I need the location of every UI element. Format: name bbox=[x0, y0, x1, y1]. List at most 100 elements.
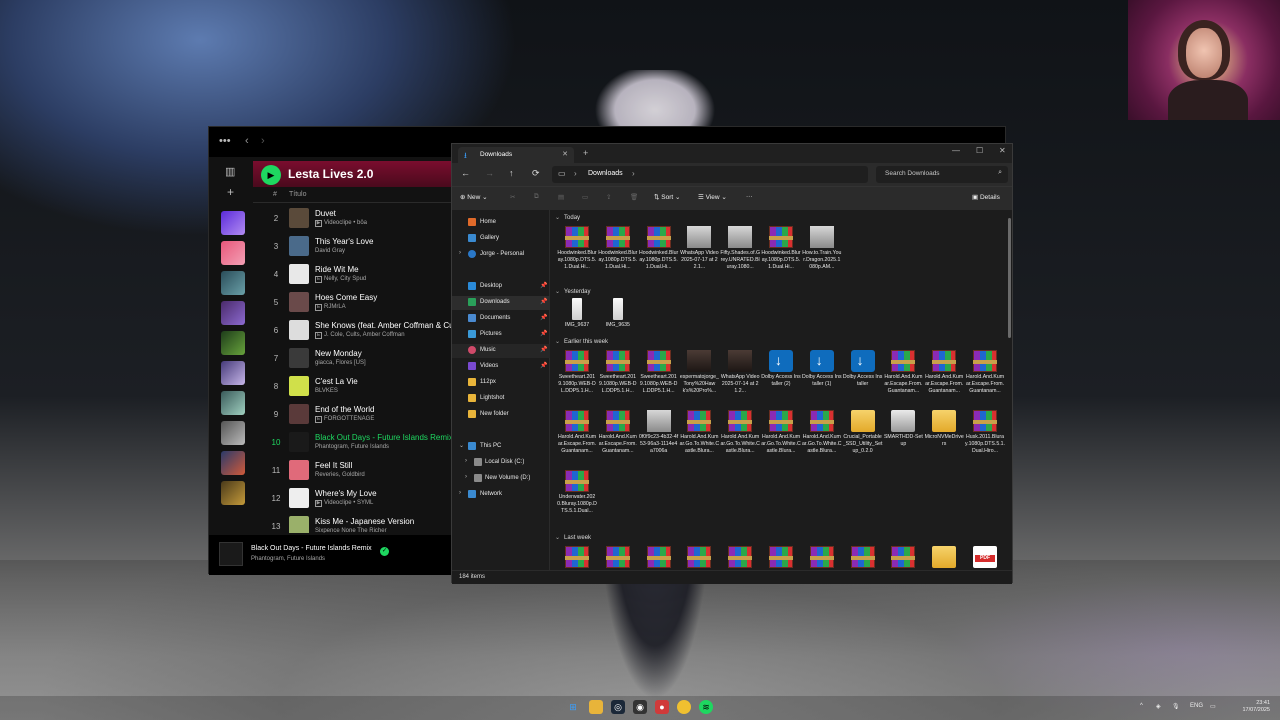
track-artist[interactable]: E Nelly, City Spud bbox=[315, 276, 366, 283]
file-item[interactable]: Hoodwinked.Bluray.1080p.DTS.5.1.Dual.Hi.… bbox=[557, 224, 597, 284]
nav-gallery[interactable]: Gallery bbox=[452, 232, 550, 246]
track-title[interactable]: She Knows (feat. Amber Coffman & Cu bbox=[315, 321, 454, 330]
share-icon[interactable]: ⇪ bbox=[606, 193, 611, 201]
file-item[interactable]: Sweetheart.2019.1080p.WEB-DL.DDP5.1.H... bbox=[598, 348, 638, 408]
play-button[interactable]: ▶ bbox=[261, 165, 281, 185]
expand-chevron-icon[interactable]: › bbox=[465, 458, 467, 464]
pin-icon[interactable]: 📌 bbox=[540, 346, 547, 353]
file-item[interactable] bbox=[639, 544, 679, 570]
track-artist[interactable]: David Gray bbox=[315, 248, 345, 254]
nav-desktop[interactable]: Desktop 📌 bbox=[452, 280, 550, 294]
file-item[interactable]: Underwater.2020.Bluray.1080p.DTS.5.1.Dua… bbox=[557, 468, 597, 528]
file-item[interactable]: Dolby Access Installer (2) bbox=[761, 348, 801, 408]
nav-music[interactable]: Music 📌 bbox=[452, 344, 550, 358]
track-title[interactable]: New Monday bbox=[315, 349, 362, 358]
spotify-icon[interactable]: ≋ bbox=[699, 700, 713, 714]
add-icon[interactable]: + bbox=[227, 185, 234, 199]
file-item[interactable]: Harold.And.Kumar.Escape.From.Guantanam..… bbox=[883, 348, 923, 408]
track-artist[interactable]: E J. Cole, Cults, Amber Coffman bbox=[315, 332, 405, 339]
sidebar-playlist[interactable] bbox=[221, 301, 245, 325]
track-artist[interactable]: BLVKES bbox=[315, 388, 338, 394]
vertical-scrollbar[interactable] bbox=[1008, 218, 1011, 338]
forward-icon[interactable]: → bbox=[485, 168, 494, 178]
nav-downloads[interactable]: Downloads 📌 bbox=[452, 296, 550, 310]
network-tray-icon[interactable]: ▭ bbox=[1210, 703, 1216, 710]
file-item[interactable]: WhatsApp Video 2025-07-17 at 22.1... bbox=[679, 224, 719, 284]
copy-icon[interactable]: ⧉ bbox=[534, 193, 539, 201]
file-item[interactable]: MicroNVMeDrivers bbox=[924, 408, 964, 468]
track-title[interactable]: Black Out Days - Future Islands Remix bbox=[315, 433, 453, 442]
file-item[interactable]: Harold.And.Kumar.Go.To.White.Castle.Blur… bbox=[761, 408, 801, 468]
sidebar-playlist[interactable] bbox=[221, 271, 245, 295]
nav-onedrive-personal[interactable]: › Jorge - Personal bbox=[452, 248, 550, 262]
nav-new-volume-d[interactable]: › New Volume (D:) bbox=[452, 472, 550, 486]
view-button[interactable]: ☰ View ⌄ bbox=[698, 193, 727, 201]
nav-local-disk-c[interactable]: › Local Disk (C:) bbox=[452, 456, 550, 470]
language-indicator[interactable]: ENG bbox=[1190, 703, 1203, 709]
track-artist[interactable]: ▶ Videoclipe • SYML bbox=[315, 500, 373, 507]
close-tab-icon[interactable]: ✕ bbox=[562, 150, 568, 158]
track-title[interactable]: C'est La Vie bbox=[315, 377, 358, 386]
mic-icon[interactable]: 🎙 bbox=[1172, 703, 1180, 710]
nav-this-pc[interactable]: ⌄ This PC bbox=[452, 440, 550, 454]
file-explorer-icon[interactable] bbox=[589, 700, 603, 714]
system-clock[interactable]: 23:41 17/07/2025 bbox=[1226, 700, 1270, 714]
file-item[interactable]: IMG_9637 bbox=[557, 296, 597, 356]
file-item[interactable] bbox=[761, 544, 801, 570]
group-header-earlier[interactable]: ⌄ Earlier this week bbox=[555, 338, 608, 345]
track-artist[interactable]: Sixpence None The Richer bbox=[315, 528, 387, 533]
refresh-icon[interactable]: ⟳ bbox=[532, 168, 540, 179]
file-item[interactable] bbox=[843, 544, 883, 570]
track-artist[interactable]: ▶ Videoclipe • bôa bbox=[315, 220, 367, 227]
now-playing-title[interactable]: Black Out Days - Future Islands Remix bbox=[251, 545, 372, 552]
file-item[interactable]: Hoodwinked.Bluray.1080p.DTS.5.1.Dual.Hi.… bbox=[598, 224, 638, 284]
nav-folder-new-folder[interactable]: New folder bbox=[452, 408, 550, 422]
back-arrow-icon[interactable]: ‹ bbox=[245, 135, 249, 147]
pin-icon[interactable]: 📌 bbox=[540, 298, 547, 305]
file-item[interactable] bbox=[924, 544, 964, 570]
file-item[interactable]: Harold.And.Kumar.Escape.From.Guantanam..… bbox=[598, 408, 638, 468]
chevron-right-icon[interactable]: › bbox=[574, 169, 577, 178]
track-artist[interactable]: E RJMrLA bbox=[315, 304, 346, 311]
file-item[interactable]: Harold.And.Kumar.Go.To.White.Castle.Blur… bbox=[679, 408, 719, 468]
delete-icon[interactable]: 🗑 bbox=[630, 193, 638, 201]
file-item[interactable]: Harold.And.Kumar.Escape.From.Guantanam..… bbox=[924, 348, 964, 408]
file-item[interactable]: Harold.And.Kumar.Go.To.White.Castle.Blur… bbox=[720, 408, 760, 468]
sort-button[interactable]: ⇅ Sort ⌄ bbox=[654, 193, 680, 201]
file-item[interactable] bbox=[965, 544, 1005, 570]
maximize-icon[interactable]: ☐ bbox=[976, 146, 983, 155]
pin-icon[interactable]: 📌 bbox=[540, 282, 547, 289]
track-title[interactable]: Where's My Love bbox=[315, 489, 377, 498]
sidebar-playlist[interactable] bbox=[221, 331, 245, 355]
file-item[interactable] bbox=[720, 544, 760, 570]
menu-dots-icon[interactable]: ••• bbox=[219, 135, 231, 147]
file-item[interactable]: WhatsApp Video 2025-07-14 at 21.2... bbox=[720, 348, 760, 408]
expand-chevron-icon[interactable]: › bbox=[459, 250, 461, 256]
sidebar-playlist[interactable] bbox=[221, 391, 245, 415]
close-window-icon[interactable]: ✕ bbox=[999, 146, 1006, 155]
nav-videos[interactable]: Videos 📌 bbox=[452, 360, 550, 374]
tray-chevron-icon[interactable]: ^ bbox=[1140, 703, 1143, 709]
sidebar-playlist[interactable] bbox=[221, 481, 245, 505]
details-button[interactable]: ▣ Details bbox=[972, 193, 1000, 201]
app-icon-red[interactable]: ● bbox=[655, 700, 669, 714]
wifi-icon[interactable]: ◈ bbox=[1156, 703, 1161, 710]
nav-documents[interactable]: Documents 📌 bbox=[452, 312, 550, 326]
file-item[interactable]: Fifty.Shades.of.Grey.UNRATED.Bluray.1080… bbox=[720, 224, 760, 284]
track-artist[interactable]: Reveries, Goldbird bbox=[315, 472, 365, 478]
track-artist[interactable]: Phantogram, Future Islands bbox=[315, 444, 389, 450]
nav-pictures[interactable]: Pictures 📌 bbox=[452, 328, 550, 342]
chrome-icon[interactable] bbox=[677, 700, 691, 714]
saved-check-icon[interactable]: ✓ bbox=[380, 547, 389, 556]
track-artist[interactable]: E FORGOTTENAGE bbox=[315, 416, 374, 423]
up-icon[interactable]: ↑ bbox=[509, 168, 514, 178]
track-artist[interactable]: giacca, Flores [US] bbox=[315, 360, 366, 366]
nav-folder-112px[interactable]: 112px bbox=[452, 376, 550, 390]
file-item[interactable]: Sweetheart.2019.1080p.WEB-DL.DDP5.1.H... bbox=[639, 348, 679, 408]
sidebar-playlist[interactable] bbox=[221, 451, 245, 475]
file-item[interactable]: How.to.Train.Your.Dragon.2025.1080p.AM..… bbox=[802, 224, 842, 284]
track-title[interactable]: Feel It Still bbox=[315, 461, 352, 470]
pin-icon[interactable]: 📌 bbox=[540, 330, 547, 337]
start-icon[interactable]: ⊞ bbox=[566, 700, 580, 714]
file-item[interactable] bbox=[802, 544, 842, 570]
